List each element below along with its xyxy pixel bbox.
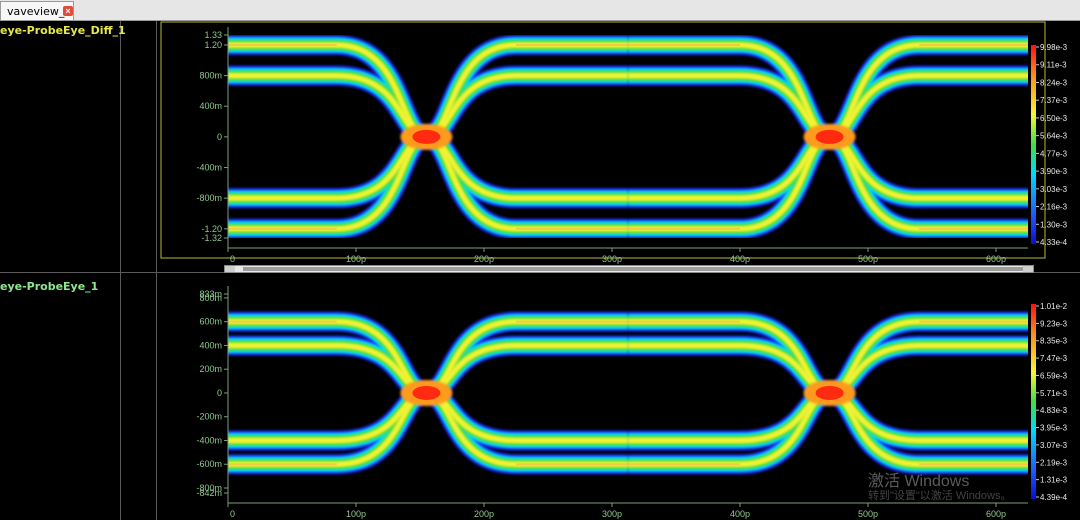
y-tick-label: -800m bbox=[196, 193, 222, 203]
tab-bar: vaveview_0 × bbox=[0, 0, 1080, 21]
y-tick-label: 0 bbox=[217, 132, 222, 142]
x-tick-label: 600p bbox=[986, 254, 1006, 264]
x-tick-label: 300p bbox=[602, 509, 622, 519]
y-tick-label: -1.32 bbox=[201, 233, 222, 243]
x-tick-label: 100p bbox=[346, 509, 366, 519]
x-tick-label: 100p bbox=[346, 254, 366, 264]
colorbar-label: 4.83e-3 bbox=[1040, 406, 1068, 415]
x-tick-label: 200p bbox=[474, 509, 494, 519]
colorbar-label: 9.98e-3 bbox=[1040, 43, 1068, 52]
x-tick-label: 600p bbox=[986, 509, 1006, 519]
x-tick-label: 500p bbox=[858, 254, 878, 264]
y-tick-label: 400m bbox=[199, 101, 222, 111]
eye-traces bbox=[228, 311, 1028, 475]
y-tick-label: 200m bbox=[199, 364, 222, 374]
y-tick-label: 1.33 bbox=[204, 30, 222, 40]
colorbar-label: 4.33e-4 bbox=[1040, 238, 1068, 247]
y-tick-label: 600m bbox=[199, 317, 222, 327]
y-tick-label: -400m bbox=[196, 435, 222, 445]
colorbar-label: 3.90e-3 bbox=[1040, 167, 1068, 176]
y-tick-label: 800m bbox=[199, 71, 222, 81]
colorbar-label: 9.11e-3 bbox=[1040, 61, 1067, 70]
colorbar-label: 3.03e-3 bbox=[1040, 185, 1068, 194]
y-tick-label: 1.20 bbox=[204, 40, 222, 50]
colorbar-label: 4.39e-4 bbox=[1040, 493, 1068, 502]
colorbar-label: 3.95e-3 bbox=[1040, 424, 1068, 433]
colorbar-label: 8.35e-3 bbox=[1040, 337, 1068, 346]
y-tick-label: 400m bbox=[199, 340, 222, 350]
colorbar-label: 7.37e-3 bbox=[1040, 96, 1068, 105]
y-tick-label: -600m bbox=[196, 459, 222, 469]
x-tick-label: 200p bbox=[474, 254, 494, 264]
x-tick-label: 400p bbox=[730, 509, 750, 519]
eye-diagram-diff[interactable]: 1.331.20800m400m0-400m-800m-1.20-1.320 10… bbox=[0, 21, 1080, 265]
close-icon[interactable]: × bbox=[63, 6, 73, 16]
colorbar-label: 9.23e-3 bbox=[1040, 319, 1068, 328]
x-tick-label: 300p bbox=[602, 254, 622, 264]
colorbar-label: 5.64e-3 bbox=[1040, 132, 1068, 141]
eye-traces bbox=[228, 35, 1028, 238]
tab-label: vaveview_0 bbox=[7, 5, 72, 18]
colorbar bbox=[1031, 45, 1036, 244]
scroll-thumb[interactable] bbox=[243, 267, 1031, 271]
x-tick-label: 400p bbox=[730, 254, 750, 264]
windows-watermark-sub: 转到"设置"以激活 Windows。 bbox=[868, 490, 1012, 502]
scroll-right-icon[interactable] bbox=[1023, 266, 1033, 272]
colorbar-label: 2.16e-3 bbox=[1040, 203, 1068, 212]
y-tick-label: -200m bbox=[196, 412, 222, 422]
horizontal-scrollbar[interactable] bbox=[224, 265, 1034, 273]
y-tick-label: 800m bbox=[199, 293, 222, 303]
y-tick-label: -400m bbox=[196, 163, 222, 173]
colorbar-label: 8.24e-3 bbox=[1040, 78, 1068, 87]
scroll-left-icon[interactable] bbox=[225, 266, 235, 272]
colorbar-label: 3.07e-3 bbox=[1040, 441, 1068, 450]
tab-waveview[interactable]: vaveview_0 × bbox=[0, 1, 74, 20]
x-tick-label: 0 bbox=[230, 254, 235, 264]
x-tick-label: 0 bbox=[230, 509, 235, 519]
colorbar-label: 1.31e-3 bbox=[1040, 476, 1068, 485]
colorbar-label: 4.77e-3 bbox=[1040, 149, 1068, 158]
colorbar-label: 1.30e-3 bbox=[1040, 220, 1068, 229]
colorbar-label: 2.19e-3 bbox=[1040, 458, 1068, 467]
colorbar-label: 6.50e-3 bbox=[1040, 114, 1068, 123]
y-tick-label: -842m bbox=[196, 488, 222, 498]
x-tick-label: 500p bbox=[858, 509, 878, 519]
colorbar-label: 5.71e-3 bbox=[1040, 389, 1068, 398]
colorbar-label: 1.01e-2 bbox=[1040, 302, 1068, 311]
colorbar bbox=[1031, 304, 1036, 499]
colorbar-label: 6.59e-3 bbox=[1040, 371, 1068, 380]
colorbar-label: 7.47e-3 bbox=[1040, 354, 1068, 363]
y-tick-label: 0 bbox=[217, 388, 222, 398]
